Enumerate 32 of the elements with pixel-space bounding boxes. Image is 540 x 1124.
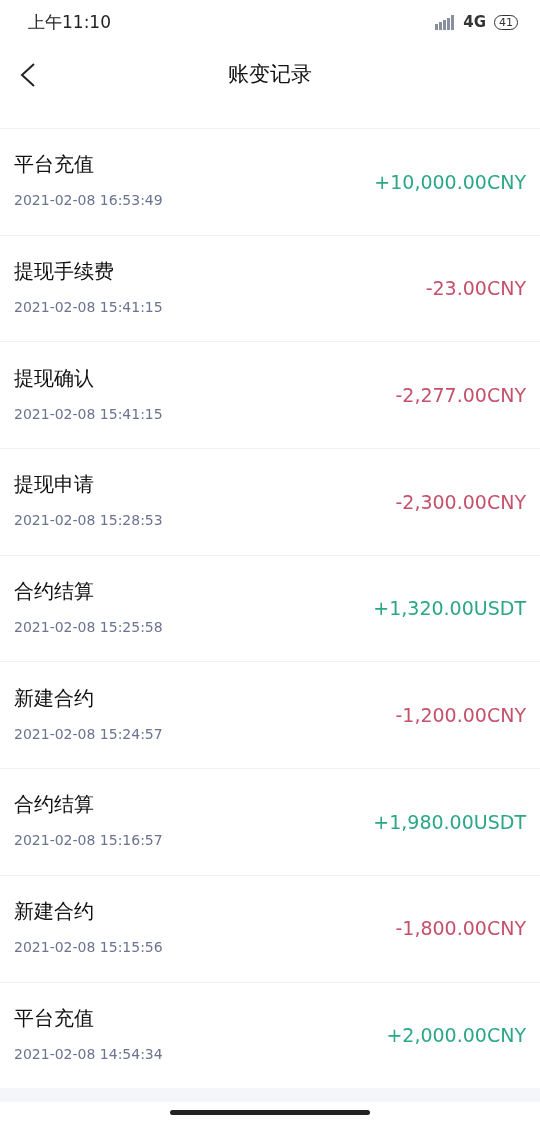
record-title: 提现申请 bbox=[14, 472, 95, 497]
record-time: 2021-02-08 14:54:34 bbox=[14, 1044, 163, 1064]
record-title: 合约结算 bbox=[14, 579, 95, 604]
record-time: 2021-02-08 15:28:53 bbox=[14, 511, 163, 531]
record-amount: +10,000.00CNY bbox=[374, 169, 526, 195]
record-time: 2021-02-08 16:53:49 bbox=[14, 191, 163, 211]
record-amount: -2,277.00CNY bbox=[395, 382, 526, 408]
record-amount: +2,000.00CNY bbox=[386, 1023, 526, 1049]
record-amount: +1,980.00USDT bbox=[373, 809, 526, 835]
record-amount: -1,200.00CNY bbox=[395, 703, 526, 729]
status-time: 上午11:10 bbox=[28, 10, 111, 34]
record-time: 2021-02-08 15:16:57 bbox=[14, 831, 163, 851]
record-time: 2021-02-08 15:41:15 bbox=[14, 404, 163, 424]
record-time: 2021-02-08 15:15:56 bbox=[14, 938, 163, 958]
record-time: 2021-02-08 15:24:57 bbox=[14, 724, 163, 744]
record-amount: +1,320.00USDT bbox=[373, 596, 526, 622]
record-title: 新建合约 bbox=[14, 899, 95, 924]
record-time: 2021-02-08 15:25:58 bbox=[14, 618, 163, 638]
record-title: 新建合约 bbox=[14, 685, 95, 710]
record-amount: -1,800.00CNY bbox=[395, 916, 526, 942]
record-title: 提现手续费 bbox=[14, 259, 115, 284]
network-type: 4G bbox=[463, 12, 486, 34]
record-title: 提现确认 bbox=[14, 365, 95, 390]
record-title: 合约结算 bbox=[14, 792, 95, 817]
record-amount: -2,300.00CNY bbox=[395, 489, 526, 515]
record-amount: -23.00CNY bbox=[425, 276, 526, 302]
record-title: 平台充值 bbox=[14, 1005, 95, 1030]
record-title: 平台充值 bbox=[14, 152, 95, 177]
home-indicator[interactable] bbox=[170, 1110, 370, 1116]
record-time: 2021-02-08 15:41:15 bbox=[14, 298, 163, 318]
page-title: 账变记录 bbox=[228, 61, 312, 89]
signal-icon bbox=[435, 15, 456, 30]
